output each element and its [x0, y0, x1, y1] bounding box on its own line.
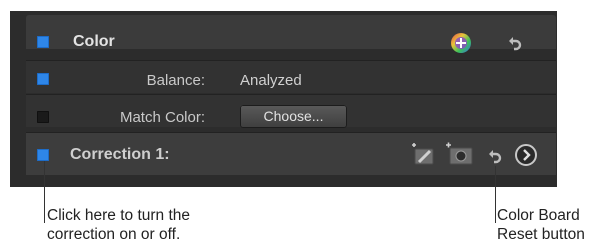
balance-value: Analyzed — [240, 72, 302, 89]
match-color-label: Match Color: — [119, 109, 205, 126]
callout-line-left — [44, 161, 45, 223]
mask-brush-icon[interactable] — [410, 142, 436, 171]
color-enable-checkbox[interactable] — [37, 36, 49, 48]
callout-right-line2: Reset button — [497, 226, 585, 243]
correction-enable-checkbox[interactable] — [37, 149, 49, 161]
chevron-right-circle-icon[interactable] — [514, 143, 538, 172]
section-title: Color — [73, 33, 115, 50]
balance-label: Balance: — [146, 72, 205, 89]
color-palette-plus-icon[interactable] — [450, 32, 472, 59]
reset-arrow-icon[interactable] — [508, 35, 522, 56]
shape-mask-icon[interactable] — [446, 142, 474, 171]
correction-label: Correction 1: — [70, 146, 170, 163]
callout-right-line1: Color Board — [497, 207, 580, 224]
choose-button[interactable]: Choose... — [240, 105, 347, 128]
callout-left: Click here to turn the correction on or … — [47, 206, 190, 244]
callout-right: Color Board Reset button — [497, 206, 585, 244]
callout-left-line2: correction on or off. — [47, 226, 181, 243]
callout-left-line1: Click here to turn the — [47, 207, 191, 224]
callout-line-right — [495, 166, 496, 223]
